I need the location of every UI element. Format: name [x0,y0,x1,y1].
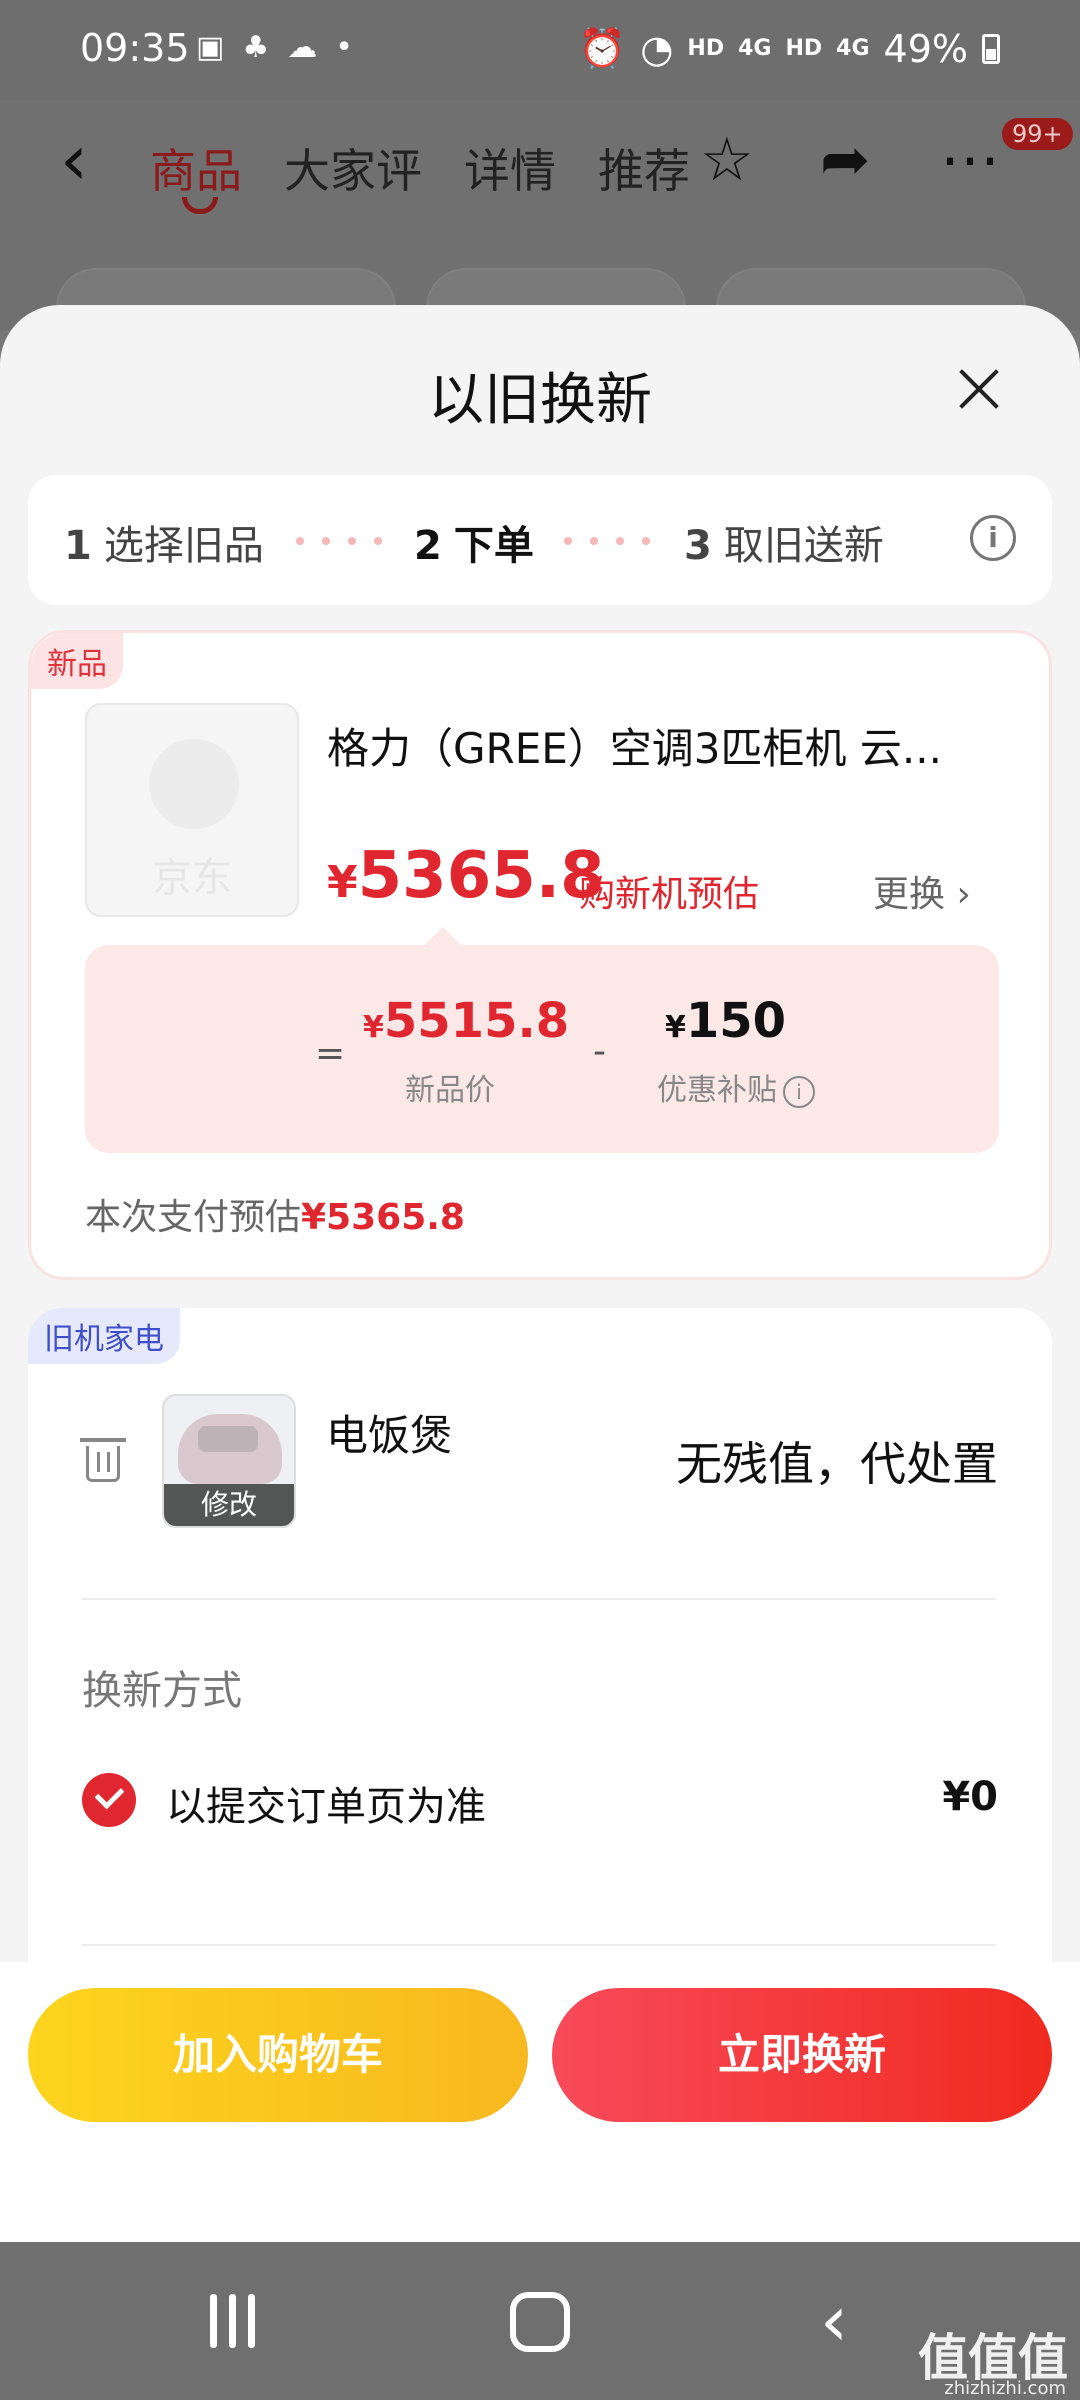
star-icon[interactable]: ☆ [700,130,754,190]
network-label-2: 4G [836,36,870,61]
step-dots [564,537,650,545]
network-label-1: 4G [738,36,772,61]
subsidy-label: 优惠补贴 [657,1073,777,1108]
subsidy-amount: ¥150 [665,993,786,1049]
trash-icon[interactable] [80,1438,126,1482]
old-appliance-value: 无残值，代处置 [676,1437,998,1491]
jd-logo-icon [149,739,239,829]
change-label: 更换 [873,874,946,915]
sheet-title: 以旧换新 [428,368,652,433]
trade-method-option[interactable]: 以提交订单页为准 [166,1774,486,1832]
recent-apps-icon[interactable] [210,2294,255,2348]
step-label: 选择旧品 [103,523,264,569]
old-appliance-thumbnail[interactable]: 修改 [162,1394,296,1528]
subsidy-value: 150 [685,993,787,1049]
tab-reviews[interactable]: 大家评 [284,135,422,201]
battery-icon [982,33,1000,64]
price-breakdown: = ¥5515.8 新品价 - ¥150 优惠补贴 i [85,927,999,1153]
tab-details[interactable]: 详情 [464,135,556,201]
step-1: 1 选择旧品 [64,513,264,571]
price-symbol: ¥ [665,1010,686,1045]
product-name[interactable]: 格力（GREE）空调3匹柜机 云... [327,715,967,776]
price-value: 5365.8 [357,839,605,913]
price-symbol: ¥ [363,1010,384,1045]
tab-recommend[interactable]: 推荐 [598,135,690,201]
home-icon[interactable] [510,2292,570,2352]
estimated-price: ¥5365.8 [327,839,605,913]
thumbnail-placeholder-text: 京东 [152,855,232,901]
subsidy-label-group[interactable]: 优惠补贴 i [657,1065,815,1109]
info-icon[interactable]: i [970,515,1016,561]
hd-label-1: HD [687,36,725,61]
message-badge: 99+ [1002,118,1073,150]
edit-button[interactable]: 修改 [164,1484,294,1526]
divider [82,1944,996,1946]
wifi-icon: ◔ [640,26,674,71]
original-price-value: 5515.8 [383,993,570,1049]
old-appliance-name: 电饭煲 [326,1411,453,1460]
step-number: 1 [64,523,92,569]
add-to-cart-button[interactable]: 加入购物车 [28,1988,528,2122]
tab-product[interactable]: 商品 [150,135,242,214]
product-nav-tabs: 商品 大家评 详情 推荐 [150,135,690,214]
step-number: 2 [414,523,442,569]
status-time: 09:35 [80,26,190,70]
watermark-url: zhizhizhi.com [944,2378,1066,2399]
info-icon[interactable]: i [783,1075,815,1108]
more-icon[interactable]: ⋯ [940,130,1000,190]
hd-label-2: HD [785,36,823,61]
step-3: 3 取旧送新 [684,513,884,571]
new-product-card: 新品 京东 格力（GREE）空调3匹柜机 云... ¥5365.8 购新机预估 … [28,630,1052,1280]
trade-method-price: ¥0 [942,1774,998,1820]
trade-method-label: 换新方式 [82,1668,242,1714]
battery-percent: 49% [883,26,968,71]
chevron-right-icon: › [956,874,971,915]
back-arrow-icon[interactable]: ‹ [60,125,88,195]
status-right: ⏰ ◔ HD 4G HD 4G 49% [579,26,1000,71]
step-number: 3 [684,523,712,569]
original-price-label: 新品价 [405,1073,495,1108]
step-indicator: 1 选择旧品 2 下单 3 取旧送新 i [28,475,1052,605]
checkmark-icon[interactable] [82,1773,136,1827]
dot-icon: • [335,30,353,65]
gallery-icon: ▣ [196,30,225,65]
product-thumbnail[interactable]: 京东 [85,703,299,917]
notification-icons: ▣ ♣ ☁ • [196,30,353,65]
payment-value: ¥5365.8 [301,1197,465,1238]
share-icon[interactable]: ➦ [820,130,870,190]
action-bar: 加入购物车 立即换新 [0,1962,1080,2242]
old-appliance-tag: 旧机家电 [28,1308,180,1364]
trade-in-now-button[interactable]: 立即换新 [552,1988,1052,2122]
status-bar: 09:35 ▣ ♣ ☁ • ⏰ ◔ HD 4G HD 4G 49% [0,0,1080,100]
divider [82,1598,996,1600]
payment-estimate: 本次支付预估¥5365.8 [85,1188,465,1240]
step-dots [296,537,382,545]
payment-label: 本次支付预估 [85,1197,302,1238]
app-icon: ♣ [242,30,270,65]
wechat-icon: ☁ [287,30,318,65]
change-product-link[interactable]: 更换 › [873,865,971,917]
original-price: ¥5515.8 [363,993,569,1049]
new-product-tag: 新品 [31,633,123,689]
minus-sign: - [593,1031,606,1072]
back-icon[interactable]: ‹ [820,2286,848,2356]
price-symbol: ¥ [327,857,358,908]
alarm-icon: ⏰ [578,26,627,70]
equals-sign: = [315,1033,346,1074]
step-2: 2 下单 [414,513,534,571]
step-label: 取旧送新 [723,523,884,569]
close-icon[interactable] [957,367,1001,411]
price-note: 购新机预估 [579,874,760,915]
step-label: 下单 [453,523,534,569]
trade-in-sheet: 以旧换新 1 选择旧品 2 下单 3 取旧送新 i 新品 京东 格力（GREE）空调3… [0,305,1080,2242]
